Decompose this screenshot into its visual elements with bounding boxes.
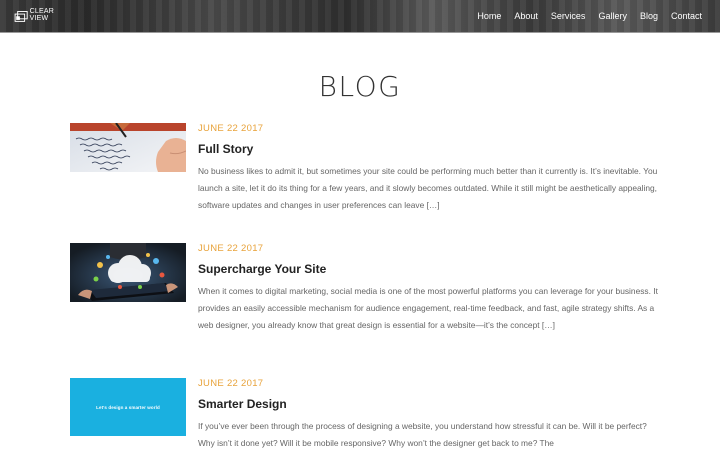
post-thumbnail[interactable]: [70, 243, 186, 302]
post-body: JUNE 22 2017 Supercharge Your Site When …: [198, 243, 658, 334]
post-title[interactable]: Supercharge Your Site: [198, 262, 658, 276]
main-nav: Home About Services Gallery Blog Contact: [477, 0, 702, 32]
handwriting-image: [70, 123, 186, 172]
post-title[interactable]: Smarter Design: [198, 397, 658, 411]
post-excerpt: If you’ve ever been through the process …: [198, 421, 647, 448]
post-thumbnail[interactable]: [70, 123, 186, 172]
logo-icon: [14, 11, 28, 22]
post-date: JUNE 22 2017: [198, 378, 264, 389]
post-title[interactable]: Full Story: [198, 142, 658, 156]
post-thumbnail[interactable]: Let's design a smarter world: [70, 378, 186, 436]
post-date: JUNE 22 2017: [198, 123, 264, 134]
post-date: JUNE 22 2017: [198, 243, 264, 254]
site-logo[interactable]: CLEAR VIEW: [14, 6, 54, 28]
logo-line-1: CLEAR: [29, 8, 54, 15]
nav-blog[interactable]: Blog: [640, 11, 658, 21]
nav-contact[interactable]: Contact: [671, 11, 702, 21]
page-title: BLOG: [318, 70, 402, 103]
tablet-cloud-image: [70, 243, 186, 302]
nav-home[interactable]: Home: [477, 11, 501, 21]
logo-line-2: VIEW: [29, 15, 49, 22]
post-body: JUNE 22 2017 Smarter Design If you’ve ev…: [198, 378, 658, 450]
post-excerpt: No business likes to admit it, but somet…: [198, 166, 658, 210]
logo-text: CLEAR VIEW: [30, 8, 54, 22]
site-header: CLEAR VIEW Home About Services Gallery B…: [0, 0, 720, 33]
nav-about[interactable]: About: [514, 11, 538, 21]
nav-services[interactable]: Services: [551, 11, 586, 21]
post-excerpt: When it comes to digital marketing, soci…: [198, 286, 658, 330]
nav-gallery[interactable]: Gallery: [598, 11, 627, 21]
post-body: JUNE 22 2017 Full Story No business like…: [198, 123, 658, 214]
thumbnail-caption: Let's design a smarter world: [96, 404, 160, 410]
